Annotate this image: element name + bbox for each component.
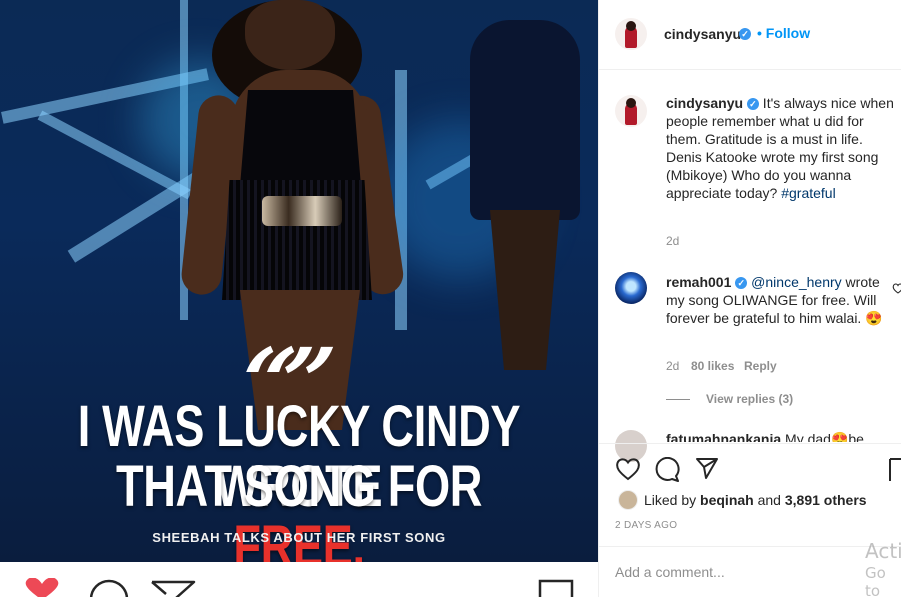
verified-icon: ✓: [739, 28, 751, 40]
activation-watermark-line-2: Go to: [865, 564, 886, 597]
avatar-figure-head: [626, 98, 636, 108]
performer-belt: [262, 196, 342, 226]
caption-avatar[interactable]: [615, 95, 647, 127]
post-sidebar: cindysanyu ✓ • Follow cindysanyu ✓ It's …: [598, 0, 901, 597]
comment-icon[interactable]: [655, 457, 681, 482]
reply-button[interactable]: Reply: [744, 359, 777, 373]
comment-mention[interactable]: @nince_henry: [751, 274, 842, 290]
heart-icon[interactable]: [20, 578, 64, 597]
liked-by-prefix: Liked by: [644, 492, 701, 508]
post-time[interactable]: 2 DAYS AGO: [615, 520, 677, 531]
share-icon[interactable]: [150, 580, 196, 597]
comment-likes[interactable]: 80 likes: [691, 359, 734, 373]
view-replies-line: [666, 399, 690, 400]
follow-button[interactable]: • Follow: [757, 25, 810, 41]
background-singer: [470, 20, 580, 220]
background-singer-legs: [490, 210, 560, 370]
liked-by: Liked by beqinah and 3,891 others: [644, 492, 867, 508]
headline-line-2-prefix: THAT SONG FOR: [115, 454, 483, 519]
share-icon[interactable]: [695, 457, 719, 480]
liker-avatar[interactable]: [618, 490, 638, 510]
comment-icon[interactable]: [88, 579, 130, 597]
comment: remah001 ✓ @nince_henry wrote my song OL…: [666, 273, 886, 327]
quote-mark: “”: [233, 328, 327, 436]
liked-by-count[interactable]: 3,891 others: [785, 492, 867, 508]
activation-watermark-line-1: Activ: [865, 539, 901, 563]
performer-head: [245, 0, 335, 70]
headline-line-2: THAT SONG FOR FREE.: [66, 454, 532, 563]
author-username[interactable]: cindysanyu: [664, 26, 741, 42]
add-comment-bar: Activ Go to: [599, 539, 901, 597]
verified-icon: ✓: [746, 98, 759, 110]
caption: cindysanyu ✓ It's always nice when peopl…: [666, 94, 901, 202]
bookmark-icon[interactable]: [538, 579, 574, 597]
comment: fatumahnankanja My dad😍be: [666, 430, 896, 442]
comment-like-heart-icon[interactable]: [892, 283, 901, 294]
post-image[interactable]: “” I WAS LUCKY CINDY WROTE THAT SONG FOR…: [0, 0, 598, 562]
left-action-row: [0, 562, 598, 597]
author-avatar[interactable]: [615, 18, 647, 50]
bookmark-icon[interactable]: [888, 457, 901, 483]
verified-icon: ✓: [735, 277, 748, 289]
comment-time[interactable]: 2d: [666, 359, 679, 373]
avatar-figure-head: [626, 21, 636, 31]
commenter-avatar[interactable]: [615, 272, 647, 304]
liked-by-user[interactable]: beqinah: [700, 492, 754, 508]
actions-divider: [599, 443, 901, 444]
headline-subline: SHEEBAH TALKS ABOUT HER FIRST SONG: [152, 530, 446, 545]
comment-username[interactable]: remah001: [666, 274, 731, 290]
caption-time[interactable]: 2d: [666, 234, 679, 248]
caption-username[interactable]: cindysanyu: [666, 95, 743, 111]
heart-icon[interactable]: [615, 457, 641, 481]
comment-text: My dad😍be: [781, 431, 864, 442]
comment-username[interactable]: fatumahnankanja: [666, 431, 781, 442]
liked-by-and: and: [753, 492, 785, 508]
view-replies-button[interactable]: View replies (3): [706, 392, 793, 406]
add-comment-input[interactable]: [615, 564, 855, 580]
post-header: cindysanyu ✓ • Follow: [599, 0, 901, 70]
hashtag-link[interactable]: #grateful: [781, 185, 835, 201]
